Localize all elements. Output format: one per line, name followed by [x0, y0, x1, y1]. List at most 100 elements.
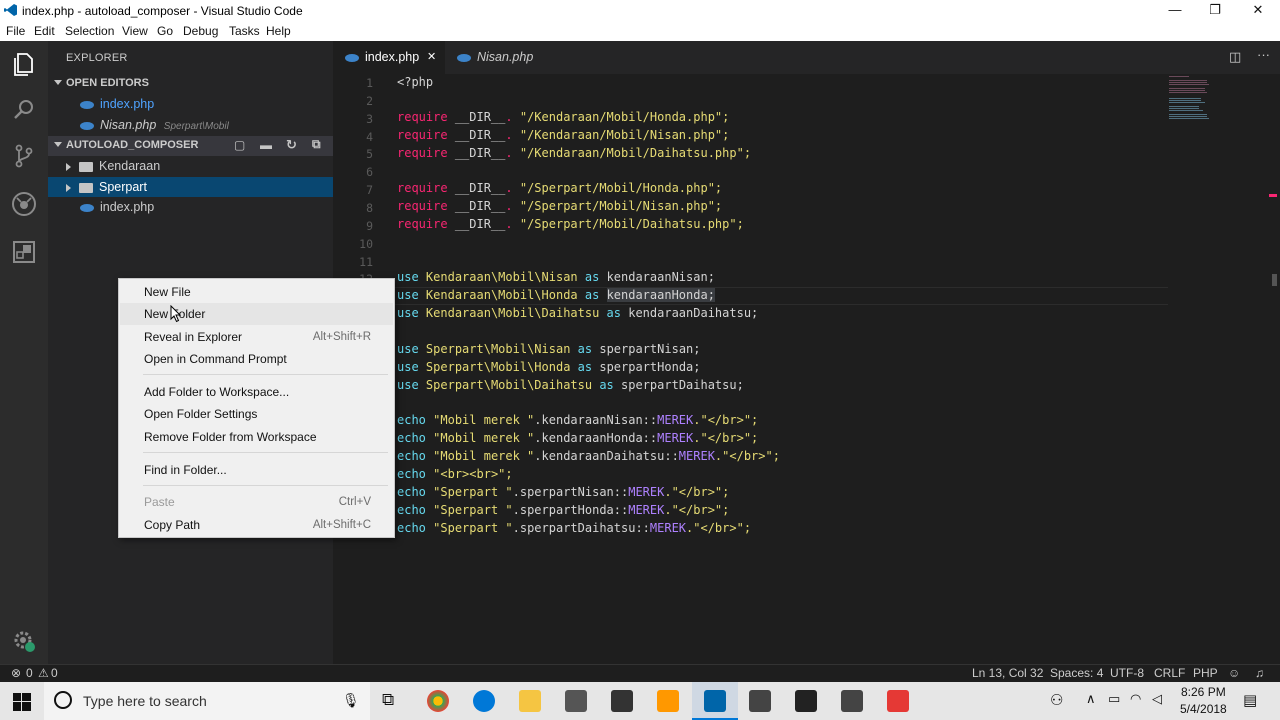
notifications-bell-icon[interactable]: ♫ — [1255, 666, 1264, 680]
menu-item-shortcut: Alt+Shift+C — [312, 519, 371, 531]
tree-file-index[interactable]: index.php — [80, 197, 330, 217]
file-explorer-icon[interactable] — [519, 690, 541, 712]
tree-folder-sperpart[interactable]: Sperpart — [48, 177, 333, 197]
line-number: 6 — [366, 165, 373, 180]
menu-item-open-command-prompt[interactable]: Open in Command Prompt — [120, 348, 393, 370]
menu-item-find-in-folder[interactable]: Find in Folder... — [120, 459, 393, 481]
menu-item-label: Find in Folder... — [144, 463, 227, 477]
open-editor-item[interactable]: index.php — [80, 94, 330, 114]
git-icon[interactable] — [841, 690, 863, 712]
menu-help[interactable]: Help — [266, 24, 291, 38]
encoding[interactable]: UTF-8 — [1110, 666, 1144, 680]
store-icon[interactable] — [565, 690, 587, 712]
cortana-circle-icon — [54, 691, 72, 709]
clock-date[interactable]: 5/4/2018 — [1180, 702, 1227, 716]
line-number: 7 — [366, 183, 373, 198]
vscode-taskbar-button[interactable] — [692, 682, 738, 720]
code-line: echo "<br><br>"; — [397, 467, 513, 481]
code-editor[interactable]: 1234567891011121314151617181920212223242… — [333, 74, 1280, 664]
feedback-smiley-icon[interactable]: ☺ — [1228, 666, 1240, 680]
menu-debug[interactable]: Debug — [183, 24, 218, 38]
codeigniter-icon[interactable] — [887, 690, 909, 712]
code-line: use Kendaraan\Mobil\Daihatsu as kendaraa… — [397, 306, 759, 320]
collapse-all-icon[interactable]: ⧉ — [312, 137, 321, 152]
menu-selection[interactable]: Selection — [65, 24, 114, 38]
wifi-icon[interactable]: ◠ — [1130, 691, 1141, 707]
new-file-icon[interactable]: ▢ — [234, 138, 245, 152]
code-line: use Sperpart\Mobil\Nisan as sperpartNisa… — [397, 342, 701, 356]
battery-icon[interactable]: ▭ — [1108, 691, 1120, 707]
menu-item-new-folder[interactable]: New Folder — [120, 303, 393, 325]
menu-item-new-file[interactable]: New File — [120, 281, 393, 303]
line-number: 9 — [366, 218, 373, 233]
close-window-button[interactable]: ✕ — [1235, 0, 1280, 21]
open-editors-section[interactable]: OPEN EDITORS — [48, 74, 333, 94]
split-editor-icon[interactable]: ◫ — [1229, 49, 1241, 65]
error-icon[interactable]: ⊗ — [11, 666, 21, 680]
menu-edit[interactable]: Edit — [34, 24, 55, 38]
menu-item-copy-path[interactable]: Copy Path Alt+Shift+C — [120, 514, 393, 536]
line-number: 8 — [366, 200, 373, 215]
project-label: AUTOLOAD_COMPOSER — [66, 139, 199, 151]
explorer-icon[interactable] — [10, 50, 38, 78]
line-number: 4 — [366, 129, 373, 144]
search-icon[interactable] — [10, 96, 38, 124]
taskbar-search-box[interactable]: Type here to search 🎙 — [44, 682, 370, 720]
git-gui-icon[interactable] — [749, 690, 771, 712]
people-icon[interactable]: ⚇ — [1050, 691, 1063, 709]
tab-nisan-php[interactable]: Nisan.php — [445, 41, 545, 74]
warning-count[interactable]: 0 — [51, 666, 58, 680]
warning-icon[interactable]: ⚠ — [38, 666, 49, 680]
maximize-button[interactable]: ❐ — [1192, 0, 1238, 21]
mail-icon[interactable] — [611, 690, 633, 712]
indentation[interactable]: Spaces: 4 — [1050, 666, 1103, 680]
code-line: <?php — [397, 75, 434, 89]
task-view-icon[interactable]: ⧉ — [382, 690, 394, 710]
code-line: require __DIR__. "/Kendaraan/Mobil/Honda… — [397, 110, 730, 124]
menu-separator — [143, 452, 388, 453]
scrollbar-thumb[interactable] — [1272, 274, 1277, 286]
chrome-icon[interactable] — [427, 690, 449, 712]
chevron-right-icon — [66, 183, 71, 192]
sublime-text-icon[interactable] — [657, 690, 679, 712]
chevron-right-icon — [66, 162, 71, 171]
refresh-icon[interactable]: ↻ — [286, 137, 297, 153]
cursor-position[interactable]: Ln 13, Col 32 — [972, 666, 1043, 680]
minimap[interactable] — [1169, 74, 1219, 122]
settings-gear-icon[interactable] — [10, 628, 38, 656]
open-editor-name: Nisan.php — [100, 118, 157, 132]
notepad-icon[interactable] — [795, 690, 817, 712]
action-center-icon[interactable]: ▤ — [1243, 691, 1257, 709]
close-tab-icon[interactable]: ✕ — [427, 41, 436, 74]
microphone-icon[interactable]: 🎙 — [342, 692, 360, 709]
error-count[interactable]: 0 — [26, 666, 33, 680]
menu-go[interactable]: Go — [157, 24, 173, 38]
debug-icon[interactable] — [10, 190, 38, 218]
chevron-up-icon[interactable]: ∧ — [1086, 691, 1096, 707]
windows-start-icon[interactable] — [13, 693, 31, 714]
menu-tasks[interactable]: Tasks — [229, 24, 260, 38]
menu-item-open-folder-settings[interactable]: Open Folder Settings — [120, 403, 393, 425]
project-section[interactable]: AUTOLOAD_COMPOSER ▢ ▬ ↻ ⧉ — [48, 136, 333, 156]
new-folder-icon[interactable]: ▬ — [260, 138, 272, 152]
menu-file[interactable]: File — [6, 24, 25, 38]
more-actions-icon[interactable]: ··· — [1257, 47, 1270, 62]
search-placeholder: Type here to search — [83, 693, 207, 709]
clock-time[interactable]: 8:26 PM — [1181, 685, 1226, 699]
menu-item-add-folder-workspace[interactable]: Add Folder to Workspace... — [120, 381, 393, 403]
menu-item-remove-folder-workspace[interactable]: Remove Folder from Workspace — [120, 426, 393, 448]
open-editor-item[interactable]: Nisan.php Sperpart\Mobil — [80, 115, 330, 135]
line-ending[interactable]: CRLF — [1154, 666, 1185, 680]
tab-index-php[interactable]: index.php ✕ — [333, 41, 445, 74]
menu-item-reveal-in-explorer[interactable]: Reveal in Explorer Alt+Shift+R — [120, 326, 393, 348]
menu-view[interactable]: View — [122, 24, 148, 38]
source-control-icon[interactable] — [10, 142, 38, 170]
volume-icon[interactable]: ◁ — [1152, 691, 1162, 707]
extensions-icon[interactable] — [10, 238, 38, 266]
edge-icon[interactable] — [473, 690, 495, 712]
folder-icon — [79, 182, 93, 193]
tree-folder-kendaraan[interactable]: Kendaraan — [66, 156, 326, 176]
tab-label: Nisan.php — [477, 50, 534, 64]
language-mode[interactable]: PHP — [1193, 666, 1218, 680]
menu-item-label: Paste — [144, 495, 175, 509]
